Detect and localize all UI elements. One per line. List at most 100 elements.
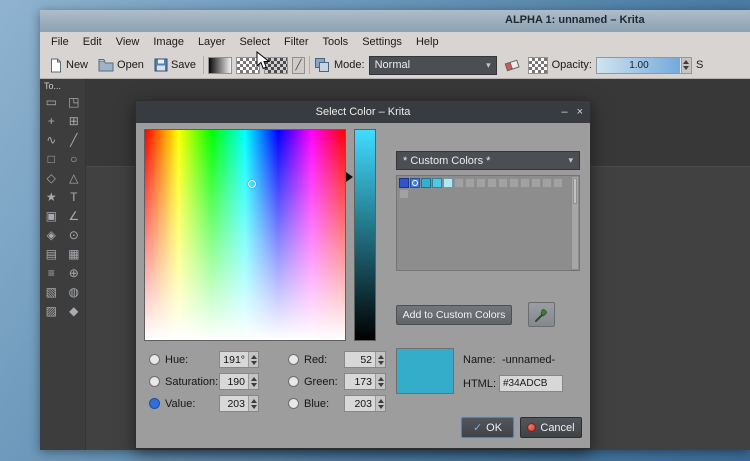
value-strip[interactable] (354, 129, 376, 341)
saturation-spinbox[interactable]: 190 (219, 373, 259, 390)
save-button[interactable]: Save (151, 56, 199, 74)
palette-swatch[interactable] (421, 178, 431, 188)
saturation-radio[interactable] (149, 376, 160, 387)
green-value: 173 (354, 376, 372, 388)
palette-swatch-empty[interactable] (531, 178, 541, 188)
palette-swatch-empty[interactable] (487, 178, 497, 188)
pattern-tool-icon[interactable]: ▦ (63, 244, 86, 263)
palette-swatch-empty[interactable] (399, 189, 409, 199)
polyline-tool-icon[interactable]: △ (63, 168, 86, 187)
pan-tool-icon[interactable]: ≡ (40, 263, 63, 282)
ok-button[interactable]: ✓ OK (461, 417, 514, 438)
saturation-spin-arrows[interactable] (248, 374, 258, 389)
opacity-slider[interactable]: 1.00 (595, 56, 692, 74)
blue-radio[interactable] (288, 398, 299, 409)
palette-swatch-empty[interactable] (553, 178, 563, 188)
fill-gradient-toggle-button[interactable]: ╱ (292, 56, 306, 74)
star-tool-icon[interactable]: ★ (40, 187, 63, 206)
dialog-titlebar[interactable]: Select Color – Krita (136, 101, 590, 123)
value-spin-arrows[interactable] (248, 396, 258, 411)
tool-dock-title[interactable]: To... (40, 79, 85, 92)
green-spin-arrows[interactable] (375, 374, 385, 389)
menu-settings[interactable]: Settings (355, 34, 409, 50)
eraser-mode-button[interactable] (501, 56, 524, 75)
palette-swatch-empty[interactable] (465, 178, 475, 188)
palette-swatch[interactable] (399, 178, 409, 188)
palette-swatch-empty[interactable] (454, 178, 464, 188)
palette-swatch[interactable] (410, 178, 420, 188)
size-label: S (695, 59, 704, 71)
fill-tool-icon[interactable]: ◈ (40, 225, 63, 244)
menu-view[interactable]: View (109, 34, 147, 50)
red-radio[interactable] (288, 354, 299, 365)
menu-image[interactable]: Image (146, 34, 191, 50)
blue-spinbox[interactable]: 203 (344, 395, 386, 412)
saturation-label: Saturation: (165, 375, 219, 388)
ellipse-tool-icon[interactable]: ○ (63, 149, 86, 168)
select-polygonal-tool-icon[interactable]: ▨ (40, 301, 63, 320)
green-radio[interactable] (288, 376, 299, 387)
line-tool-icon[interactable]: ╱ (63, 130, 86, 149)
select-outline-tool-icon[interactable]: ◳ (63, 92, 86, 111)
select-shapes-tool-icon[interactable]: ▭ (40, 92, 63, 111)
value-spinbox[interactable]: 203 (219, 395, 259, 412)
pick-screen-color-button[interactable] (528, 302, 555, 327)
select-rect-tool-icon[interactable]: ▧ (40, 282, 63, 301)
menu-edit[interactable]: Edit (76, 34, 109, 50)
dialog-minimize-button[interactable]: – (561, 106, 567, 118)
chevron-down-icon: ▾ (486, 59, 491, 70)
gradient-chooser-button[interactable] (208, 56, 233, 74)
crop-tool-icon[interactable]: ▣ (40, 206, 63, 225)
palette-swatch-empty[interactable] (498, 178, 508, 188)
window-titlebar[interactable]: ALPHA 1: unnamed – Krita (40, 10, 750, 32)
open-folder-icon (98, 59, 114, 72)
select-similar-tool-icon[interactable]: ◆ (63, 301, 86, 320)
preserve-alpha-button[interactable] (527, 56, 548, 74)
menu-help[interactable]: Help (409, 34, 446, 50)
palette-swatch-empty[interactable] (542, 178, 552, 188)
open-button[interactable]: Open (95, 56, 147, 74)
green-spinbox[interactable]: 173 (344, 373, 386, 390)
select-ellipse-tool-icon[interactable]: ◍ (63, 282, 86, 301)
menu-layer[interactable]: Layer (191, 34, 233, 50)
polygon-tool-icon[interactable]: ◇ (40, 168, 63, 187)
move-tool-icon[interactable]: + (40, 111, 63, 130)
palette-swatch-empty[interactable] (509, 178, 519, 188)
freehand-brush-tool-icon[interactable]: ∿ (40, 130, 63, 149)
palette-swatch[interactable] (432, 178, 442, 188)
menu-filter[interactable]: Filter (277, 34, 315, 50)
measure-tool-icon[interactable]: ∠ (63, 206, 86, 225)
hue-spin-arrows[interactable] (248, 352, 258, 367)
palette-swatch[interactable] (443, 178, 453, 188)
zoom-tool-icon[interactable]: ⊕ (63, 263, 86, 282)
hue-saturation-square[interactable] (144, 129, 346, 341)
color-picker-tool-icon[interactable]: ⊙ (63, 225, 86, 244)
menu-tools[interactable]: Tools (316, 34, 356, 50)
transform-tool-icon[interactable]: ⊞ (63, 111, 86, 130)
add-to-custom-colors-button[interactable]: Add to Custom Colors (396, 305, 512, 325)
palette-scrollbar[interactable] (571, 177, 578, 269)
dialog-close-button[interactable]: × (577, 106, 583, 118)
text-tool-icon[interactable]: T (63, 187, 86, 206)
hsv-marker[interactable] (248, 180, 256, 188)
gradient-tool-icon[interactable]: ▤ (40, 244, 63, 263)
blue-spin-arrows[interactable] (375, 396, 385, 411)
palette-select[interactable]: * Custom Colors * ▾ (396, 151, 580, 170)
palette-swatch-empty[interactable] (476, 178, 486, 188)
rectangle-tool-icon[interactable]: □ (40, 149, 63, 168)
html-input[interactable] (499, 375, 563, 392)
hue-radio[interactable] (149, 354, 160, 365)
red-spinbox[interactable]: 52 (344, 351, 386, 368)
opacity-spin-arrows[interactable] (680, 57, 691, 73)
palette-scrollbar-thumb[interactable] (573, 178, 577, 204)
menu-file[interactable]: File (44, 34, 76, 50)
hue-spinbox[interactable]: 191° (219, 351, 259, 368)
red-spin-arrows[interactable] (375, 352, 385, 367)
blend-mode-select[interactable]: Normal ▾ (368, 55, 497, 75)
new-button[interactable]: New (46, 56, 91, 75)
palette-swatch-empty[interactable] (520, 178, 530, 188)
cancel-button[interactable]: Cancel (520, 417, 582, 438)
menu-select[interactable]: Select (232, 34, 277, 50)
value-strip-arrow[interactable] (346, 172, 353, 182)
value-radio[interactable] (149, 398, 160, 409)
